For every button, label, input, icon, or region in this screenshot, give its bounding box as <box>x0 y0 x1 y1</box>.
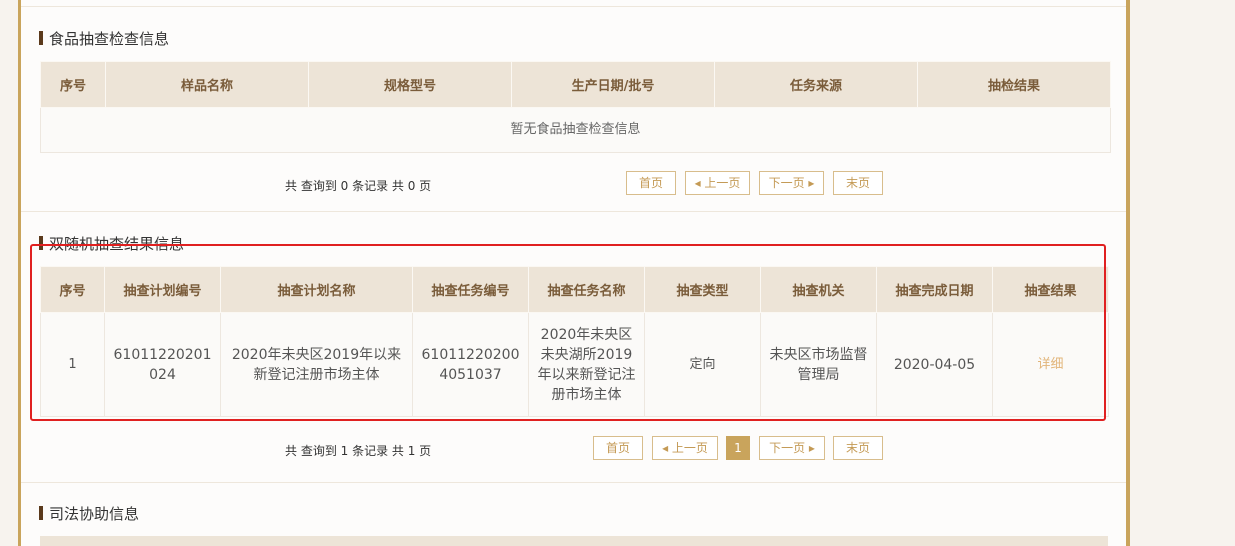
title-bar-icon <box>39 31 43 45</box>
next-page-button[interactable]: 下一页 ▸ <box>759 171 824 195</box>
random-table: 序号 抽查计划编号 抽查计划名称 抽查任务编号 抽查任务名称 抽查类型 抽查机关… <box>40 266 1109 417</box>
cell-task-no: 610112202004051037 <box>412 312 529 417</box>
random-table-header: 序号 抽查计划编号 抽查计划名称 抽查任务编号 抽查任务名称 抽查类型 抽查机关… <box>40 266 1109 313</box>
cell-task-name: 2020年未央区未央湖所2019年以来新登记注册市场主体 <box>528 312 645 417</box>
table-row: 暂无食品抽查检查信息 <box>40 107 1111 153</box>
section-divider <box>21 6 1126 7</box>
col-header: 规格型号 <box>308 61 512 108</box>
empty-message: 暂无食品抽查检查信息 <box>40 107 1111 153</box>
judicial-section-title: 司法协助信息 <box>39 505 139 523</box>
cell-type: 定向 <box>644 312 761 417</box>
title-bar-icon <box>39 506 43 520</box>
cell-plan-name: 2020年未央区2019年以来新登记注册市场主体 <box>220 312 413 417</box>
col-header: 抽查完成日期 <box>876 266 993 313</box>
col-header: 抽查计划编号 <box>104 266 221 313</box>
col-header: 抽查任务名称 <box>528 266 645 313</box>
last-page-button[interactable]: 末页 <box>833 171 883 195</box>
cell-org: 未央区市场监督管理局 <box>760 312 877 417</box>
judicial-table-header <box>40 536 1108 546</box>
col-header: 抽查结果 <box>992 266 1109 313</box>
detail-link[interactable]: 详细 <box>992 312 1109 417</box>
random-title-text: 双随机抽查结果信息 <box>49 235 185 253</box>
food-pager-info: 共 查询到 0 条记录 共 0 页 <box>285 179 432 193</box>
prev-page-button[interactable]: ◂ 上一页 <box>652 436 718 460</box>
col-header: 样品名称 <box>105 61 309 108</box>
cell-date: 2020-04-05 <box>876 312 993 417</box>
main-panel: 食品抽查检查信息 序号 样品名称 规格型号 生产日期/批号 任务来源 抽检结果 … <box>18 0 1130 546</box>
food-table: 序号 样品名称 规格型号 生产日期/批号 任务来源 抽检结果 暂无食品抽查检查信… <box>40 61 1111 153</box>
col-header: 抽查任务编号 <box>412 266 529 313</box>
cell-no: 1 <box>40 312 105 417</box>
table-row: 1 61011220201024 2020年未央区2019年以来新登记注册市场主… <box>40 312 1109 417</box>
col-header: 抽查计划名称 <box>220 266 413 313</box>
random-section-title: 双随机抽查结果信息 <box>39 235 184 253</box>
cell-plan-no: 61011220201024 <box>104 312 221 417</box>
next-page-button[interactable]: 下一页 ▸ <box>759 436 825 460</box>
title-bar-icon <box>39 236 43 250</box>
col-header: 任务来源 <box>714 61 918 108</box>
food-table-header: 序号 样品名称 规格型号 生产日期/批号 任务来源 抽检结果 <box>40 61 1111 108</box>
first-page-button[interactable]: 首页 <box>626 171 676 195</box>
food-section-title: 食品抽查检查信息 <box>39 30 169 48</box>
section-divider <box>21 482 1126 483</box>
last-page-button[interactable]: 末页 <box>833 436 883 460</box>
col-header: 序号 <box>40 61 106 108</box>
current-page-button[interactable]: 1 <box>726 436 750 460</box>
col-header: 序号 <box>40 266 105 313</box>
col-header: 抽检结果 <box>917 61 1111 108</box>
judicial-title-text: 司法协助信息 <box>49 505 140 523</box>
col-header: 抽查类型 <box>644 266 761 313</box>
food-title-text: 食品抽查检查信息 <box>49 30 170 48</box>
prev-page-button[interactable]: ◂ 上一页 <box>685 171 750 195</box>
first-page-button[interactable]: 首页 <box>593 436 643 460</box>
random-pager-info: 共 查询到 1 条记录 共 1 页 <box>285 444 432 458</box>
col-header: 抽查机关 <box>760 266 877 313</box>
col-header: 生产日期/批号 <box>511 61 715 108</box>
section-divider <box>21 211 1126 212</box>
